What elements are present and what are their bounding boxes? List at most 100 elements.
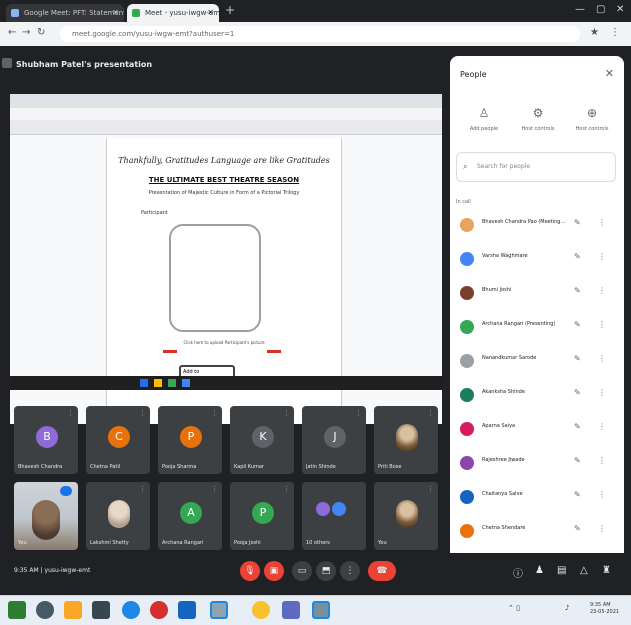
captions-button[interactable]: ▭ bbox=[292, 561, 312, 581]
participant-tile[interactable]: ⋮ Priti Bose bbox=[374, 406, 438, 474]
more-options-icon[interactable]: ⋮ bbox=[598, 320, 606, 329]
file-explorer-icon[interactable] bbox=[64, 601, 82, 619]
participant-tile[interactable]: ⋮ A Archana Rangari bbox=[158, 482, 222, 550]
participant-row[interactable]: Chaitanya Salve ✎ ⋮ bbox=[450, 482, 624, 516]
participant-row[interactable]: Bhavesh Chandra Pao (Meeting host) ✎ ⋮ bbox=[450, 210, 624, 244]
participant-row[interactable]: Bhumi Joshi ✎ ⋮ bbox=[450, 278, 624, 312]
info-icon[interactable]: ⓘ bbox=[513, 565, 523, 580]
search-people-input[interactable]: ⌕ Search for people bbox=[456, 152, 616, 182]
back-icon[interactable]: ← bbox=[8, 27, 16, 38]
photos-icon[interactable] bbox=[210, 601, 228, 619]
host-controls-button[interactable]: ⚙ Host controls bbox=[512, 106, 564, 132]
participant-row[interactable]: Rajeshree Jiwade ✎ ⋮ bbox=[450, 448, 624, 482]
reload-icon[interactable]: ↻ bbox=[37, 27, 45, 38]
tray-clock[interactable]: 9:35 AM 23-05-2021 bbox=[590, 602, 619, 616]
mic-off-icon[interactable]: ✎ bbox=[574, 422, 581, 431]
notepad-icon[interactable] bbox=[282, 601, 300, 619]
search-icon[interactable] bbox=[36, 601, 54, 619]
participant-tile[interactable]: ⋮ P Pooja Sharma bbox=[158, 406, 222, 474]
browser-tab-active[interactable]: Meet - yusu-iwgw-emt ✕ bbox=[127, 4, 219, 22]
files-icon[interactable] bbox=[178, 601, 196, 619]
mic-off-icon[interactable]: ✎ bbox=[574, 524, 581, 533]
more-options-icon[interactable]: ⋮ bbox=[598, 490, 606, 499]
more-options-icon[interactable]: ⋮ bbox=[139, 485, 146, 493]
more-options-icon[interactable]: ⋮ bbox=[598, 252, 606, 261]
more-options-icon[interactable]: ⋮ bbox=[598, 456, 606, 465]
more-options-icon[interactable]: ⋮ bbox=[598, 354, 606, 363]
close-icon[interactable]: ✕ bbox=[605, 67, 614, 80]
more-options-icon[interactable]: ⋮ bbox=[598, 286, 606, 295]
self-view-tile[interactable]: You bbox=[14, 482, 78, 550]
more-options-icon[interactable]: ⋮ bbox=[67, 409, 74, 417]
mic-off-icon[interactable]: ✎ bbox=[574, 388, 581, 397]
participant-tile[interactable]: ⋮ J Jatin Shinde bbox=[302, 406, 366, 474]
windows-start-icon[interactable] bbox=[8, 601, 26, 619]
participant-tile[interactable]: ⋮ You bbox=[374, 482, 438, 550]
browser-tab[interactable]: Google Meet: PFT: Statements ✕ bbox=[6, 4, 124, 22]
people-icon[interactable]: ♟ bbox=[535, 565, 544, 576]
host-lock-button[interactable]: ⊕ Host controls bbox=[566, 106, 618, 132]
end-call-button[interactable]: ☎ bbox=[368, 561, 396, 581]
meet-stage: Shubham Patel's presentation Thankfully,… bbox=[0, 46, 631, 595]
participant-tile[interactable]: ⋮ C Chetna Patil bbox=[86, 406, 150, 474]
more-options-icon[interactable]: ⋮ bbox=[211, 409, 218, 417]
mic-off-icon[interactable]: ✎ bbox=[574, 490, 581, 499]
minimize-icon[interactable]: — bbox=[575, 4, 585, 15]
edge-icon[interactable] bbox=[122, 601, 140, 619]
more-options-icon[interactable]: ⋮ bbox=[283, 409, 290, 417]
more-options-icon[interactable]: ⋮ bbox=[598, 422, 606, 431]
host-controls-icon[interactable]: ♜ bbox=[602, 565, 611, 576]
participant-row[interactable]: Varsha Waghmare ✎ ⋮ bbox=[450, 244, 624, 278]
app-icon[interactable] bbox=[312, 601, 330, 619]
menu-icon[interactable]: ⋮ bbox=[610, 27, 620, 38]
more-options-icon[interactable]: ⋮ bbox=[598, 218, 606, 227]
close-tab-icon[interactable]: ✕ bbox=[112, 4, 119, 22]
close-tab-icon[interactable]: ✕ bbox=[207, 4, 214, 22]
address-bar[interactable]: meet.google.com/yusu-iwgw-emt?authuser=1 bbox=[60, 26, 580, 42]
maximize-icon[interactable]: ▢ bbox=[596, 4, 605, 15]
more-options-button[interactable]: ⋮ bbox=[340, 561, 360, 581]
participant-row[interactable]: Akanksha Shinde ✎ ⋮ bbox=[450, 380, 624, 414]
participant-tile[interactable]: ⋮ K Kapil Kumar bbox=[230, 406, 294, 474]
mic-off-icon[interactable]: ✎ bbox=[574, 252, 581, 261]
participant-row[interactable]: Archana Rangari (Presenting) ✎ ⋮ bbox=[450, 312, 624, 346]
volume-icon[interactable]: ♪ bbox=[565, 604, 569, 612]
settings-icon: ⚙ bbox=[532, 106, 544, 120]
mic-off-icon[interactable]: ✎ bbox=[574, 456, 581, 465]
new-tab-icon[interactable]: + bbox=[225, 3, 235, 17]
activities-icon[interactable]: △ bbox=[580, 565, 588, 576]
more-options-icon[interactable]: ⋮ bbox=[598, 388, 606, 397]
more-options-icon[interactable]: ⋮ bbox=[355, 409, 362, 417]
participant-tile[interactable]: ⋮ Lakshmi Shetty bbox=[86, 482, 150, 550]
mic-off-icon[interactable]: ✎ bbox=[574, 218, 581, 227]
participant-row[interactable]: Nanandkumar Sarode ✎ ⋮ bbox=[450, 346, 624, 380]
extension-icon[interactable]: ★ bbox=[590, 27, 599, 38]
camera-off-button[interactable]: ▣ bbox=[264, 561, 284, 581]
add-people-button[interactable]: ♙ Add people bbox=[458, 106, 510, 132]
close-window-icon[interactable]: ✕ bbox=[616, 4, 624, 15]
participant-row[interactable]: Aparna Saiya ✎ ⋮ bbox=[450, 414, 624, 448]
opera-icon[interactable] bbox=[150, 601, 168, 619]
participant-row[interactable]: Chetna Shendare ✎ ⋮ bbox=[450, 516, 624, 550]
more-options-icon[interactable]: ⋮ bbox=[283, 485, 290, 493]
chat-icon[interactable]: ▤ bbox=[557, 565, 566, 576]
present-button[interactable]: ⬒ bbox=[316, 561, 336, 581]
more-options-icon[interactable]: ⋮ bbox=[427, 409, 434, 417]
more-options-icon[interactable]: ⋮ bbox=[211, 485, 218, 493]
participant-tile[interactable]: ⋮ P Pooja Joshi bbox=[230, 482, 294, 550]
forward-icon[interactable]: → bbox=[22, 27, 30, 38]
task-view-icon[interactable] bbox=[92, 601, 110, 619]
meeting-info: 9:35 AM | yusu-iwgw-emt bbox=[14, 567, 90, 574]
mic-off-button[interactable]: 🎙 bbox=[240, 561, 260, 581]
more-options-icon[interactable]: ⋮ bbox=[427, 485, 434, 493]
network-icon[interactable]: ⌃ ▯ bbox=[508, 604, 520, 612]
more-options-icon[interactable]: ⋮ bbox=[598, 524, 606, 533]
participant-tile[interactable]: ⋮ B Bhavesh Chandra bbox=[14, 406, 78, 474]
more-options-icon[interactable]: ⋮ bbox=[139, 409, 146, 417]
mic-off-icon[interactable]: ✎ bbox=[574, 286, 581, 295]
avatar bbox=[460, 388, 474, 402]
others-tile[interactable]: 10 others bbox=[302, 482, 366, 550]
mic-off-icon[interactable]: ✎ bbox=[574, 354, 581, 363]
mic-off-icon[interactable]: ✎ bbox=[574, 320, 581, 329]
chrome-icon[interactable] bbox=[252, 601, 270, 619]
